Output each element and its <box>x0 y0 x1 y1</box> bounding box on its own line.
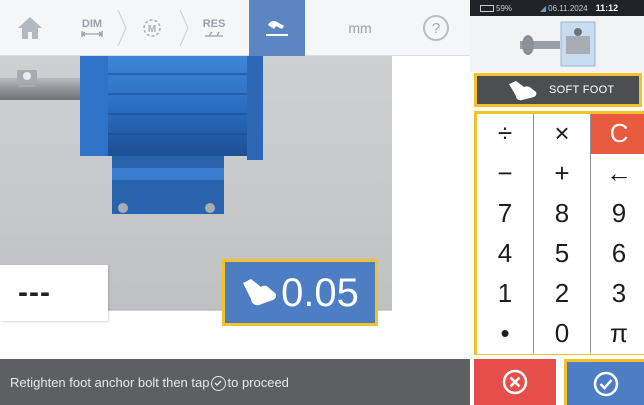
unit-button[interactable]: mm <box>340 0 380 56</box>
camera-tool-icon[interactable] <box>14 64 40 90</box>
dim-label: DIM <box>81 17 103 30</box>
confirm-button[interactable] <box>564 359 644 405</box>
dimensions-button[interactable]: DIM <box>70 0 114 56</box>
home-icon <box>18 17 42 39</box>
hand-pointer-icon <box>243 278 277 305</box>
numeric-keypad: ÷ × C − + ← 7 8 9 4 5 6 1 2 3 • 0 π <box>474 111 644 355</box>
battery-icon <box>480 4 494 12</box>
help-icon: ? <box>423 15 449 41</box>
cancel-icon <box>502 369 528 395</box>
hand-pointer-icon <box>509 81 537 101</box>
mode-label: SOFT FOOT <box>549 84 615 96</box>
key-decimal-point[interactable]: • <box>477 314 533 354</box>
key-8[interactable]: 8 <box>534 194 590 234</box>
results-icon <box>204 31 223 37</box>
measure-icon: M <box>143 19 161 37</box>
instruction-text-end: to proceed <box>227 374 289 390</box>
signal-icon: ◢ <box>540 3 547 13</box>
dimension-arrow-icon <box>81 30 103 37</box>
main-toolbar: DIM M RES mm ? <box>0 0 470 56</box>
soft-foot-button[interactable] <box>249 0 305 56</box>
soft-foot-icon <box>266 21 288 36</box>
measure-button[interactable]: M <box>130 0 174 56</box>
help-button[interactable]: ? <box>416 0 456 56</box>
check-circle-icon <box>211 375 227 391</box>
key-plus[interactable]: + <box>534 154 590 194</box>
instruction-status-bar: Retighten foot anchor bolt then tap to p… <box>0 359 470 405</box>
chevron-right-icon <box>117 9 127 47</box>
home-button[interactable] <box>8 0 52 56</box>
system-status-bar: 59% ◢ 06.11.2024 11:12 <box>470 0 644 16</box>
key-0[interactable]: 0 <box>534 314 590 354</box>
soft-foot-value: 0.05 <box>281 270 359 315</box>
coupling-overview-icon <box>520 21 596 67</box>
key-6[interactable]: 6 <box>591 234 644 274</box>
key-pi[interactable]: π <box>591 314 644 354</box>
machine-train-thumbnail[interactable] <box>470 16 644 72</box>
battery-level: 59% <box>496 3 513 13</box>
key-2[interactable]: 2 <box>534 274 590 314</box>
key-4[interactable]: 4 <box>477 234 533 274</box>
res-label: RES <box>202 17 226 30</box>
soft-foot-mode-bar[interactable]: SOFT FOOT <box>474 73 642 107</box>
key-backspace[interactable]: ← <box>591 154 644 194</box>
confirm-icon <box>593 371 618 396</box>
key-3[interactable]: 3 <box>591 274 644 314</box>
soft-foot-value-box[interactable]: 0.05 <box>222 259 378 326</box>
date-text: 06.11.2024 <box>548 3 588 13</box>
key-minus[interactable]: − <box>477 154 533 194</box>
key-divide[interactable]: ÷ <box>477 114 533 154</box>
left-foot-readout[interactable]: --- <box>0 265 108 321</box>
svg-text:M: M <box>148 24 156 35</box>
key-7[interactable]: 7 <box>477 194 533 234</box>
key-5[interactable]: 5 <box>534 234 590 274</box>
machine-3d-view[interactable]: --- 0.05 <box>0 56 470 359</box>
key-1[interactable]: 1 <box>477 274 533 314</box>
instruction-text-start: Retighten foot anchor bolt then tap <box>10 374 210 390</box>
results-button[interactable]: RES <box>192 0 236 56</box>
key-multiply[interactable]: × <box>534 114 590 154</box>
chevron-right-icon <box>179 9 189 47</box>
time-text: 11:12 <box>595 3 619 13</box>
key-9[interactable]: 9 <box>591 194 644 234</box>
cancel-button[interactable] <box>474 359 556 405</box>
key-clear[interactable]: C <box>591 114 644 154</box>
